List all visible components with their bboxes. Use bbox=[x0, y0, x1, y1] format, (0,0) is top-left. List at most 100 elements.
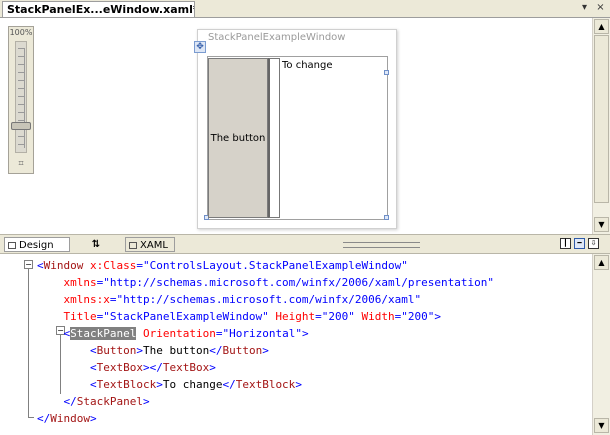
resize-handle-top-right[interactable] bbox=[384, 70, 389, 75]
tab-design-label: Design bbox=[19, 240, 54, 251]
outline-end bbox=[28, 417, 34, 418]
code-token: ="Horizontal" bbox=[215, 327, 302, 340]
code-token: > bbox=[295, 378, 302, 391]
code-token: xmlns bbox=[37, 276, 97, 289]
tab-list-dropdown-icon[interactable]: ▾ bbox=[578, 1, 591, 15]
preview-button[interactable]: The button bbox=[208, 58, 268, 218]
code-token: > bbox=[142, 395, 150, 408]
xaml-view-icon bbox=[129, 241, 137, 249]
collapse-pane-icon[interactable]: ⇩ bbox=[588, 238, 599, 249]
design-view-icon bbox=[8, 241, 16, 249]
xaml-editor[interactable]: − − <Window x:Class="ControlsLayout.Stac… bbox=[0, 254, 592, 435]
code-token: x:Class bbox=[89, 259, 137, 272]
code-token: ="200" bbox=[315, 310, 362, 323]
tab-xaml[interactable]: XAML bbox=[125, 237, 175, 252]
code-line[interactable]: </StackPanel> bbox=[37, 394, 150, 410]
code-token: > bbox=[90, 412, 97, 425]
code-token: ="ControlsLayout.StackPanelExampleWindow… bbox=[136, 259, 408, 272]
code-token: TextBox bbox=[162, 361, 210, 374]
design-surface[interactable]: 100% ⌗ StackPanelExampleWindow ✥ The but… bbox=[0, 18, 592, 234]
editor-scrollbar[interactable]: ▲ ▼ bbox=[592, 254, 610, 435]
code-line[interactable]: <TextBlock>To change</TextBlock> bbox=[37, 377, 302, 393]
tab-design[interactable]: Design bbox=[4, 237, 70, 252]
code-line[interactable]: <StackPanel Orientation="Horizontal"> bbox=[37, 326, 309, 342]
move-handle-icon[interactable]: ✥ bbox=[194, 41, 206, 53]
code-token: The button bbox=[142, 344, 210, 357]
zoom-track[interactable] bbox=[15, 41, 27, 153]
code-token: TextBlock bbox=[235, 378, 296, 391]
code-token: > bbox=[209, 361, 216, 374]
code-token: < bbox=[37, 344, 97, 357]
code-token: > bbox=[156, 378, 163, 391]
code-token: Window bbox=[50, 412, 90, 425]
code-token: Height bbox=[275, 310, 316, 323]
code-token: > bbox=[136, 344, 143, 357]
code-token: ="http://schemas.microsoft.com/winfx/200… bbox=[109, 293, 422, 306]
splitter-grip[interactable] bbox=[343, 242, 420, 248]
code-token: ></ bbox=[142, 361, 163, 374]
zoom-ticks bbox=[18, 48, 25, 148]
code-token: StackPanel bbox=[76, 395, 143, 408]
code-token: Window bbox=[43, 259, 90, 272]
close-tab-icon[interactable]: × bbox=[594, 1, 607, 15]
code-token: < bbox=[37, 327, 71, 340]
code-line[interactable]: <Button>The button</Button> bbox=[37, 343, 269, 359]
code-token: Button bbox=[96, 344, 137, 357]
vertical-split-icon[interactable]: ┃ bbox=[560, 238, 571, 249]
zoom-to-fit-icon[interactable]: ⌗ bbox=[12, 157, 30, 171]
designer-scrollbar[interactable]: ▲ ▼ bbox=[592, 18, 610, 234]
horizontal-split-icon[interactable]: ━ bbox=[574, 238, 585, 249]
code-token: > bbox=[262, 344, 269, 357]
window-title: StackPanelExampleWindow bbox=[208, 32, 346, 43]
zoom-slider[interactable]: 100% ⌗ bbox=[8, 26, 34, 174]
code-line[interactable]: xmlns:x="http://schemas.microsoft.com/wi… bbox=[37, 292, 421, 308]
code-token: </ bbox=[37, 412, 51, 425]
zoom-handle[interactable] bbox=[11, 121, 31, 130]
outline-line bbox=[28, 264, 29, 418]
code-token: > bbox=[434, 310, 442, 323]
zoom-level-label: 100% bbox=[9, 28, 33, 37]
swap-panes-icon: ⇅ bbox=[91, 239, 101, 250]
code-token: < bbox=[37, 361, 97, 374]
resize-handle-bottom-right[interactable] bbox=[384, 215, 389, 220]
code-token: < bbox=[37, 259, 44, 272]
code-token: Orientation bbox=[136, 327, 216, 340]
document-tab-label: StackPanelEx...eWindow.xaml* bbox=[7, 3, 195, 16]
collapse-window-icon[interactable]: − bbox=[24, 260, 33, 269]
code-token: </ bbox=[37, 395, 77, 408]
tab-xaml-label: XAML bbox=[140, 240, 168, 251]
swap-panes-button[interactable]: ⇅ bbox=[86, 237, 106, 252]
code-token: TextBlock bbox=[96, 378, 157, 391]
code-token: Button bbox=[222, 344, 263, 357]
code-token: </ bbox=[222, 378, 236, 391]
code-line[interactable]: <TextBox></TextBox> bbox=[37, 360, 216, 376]
code-token: ="http://schemas.microsoft.com/winfx/200… bbox=[96, 276, 494, 289]
preview-textblock: To change bbox=[282, 60, 333, 71]
code-token: StackPanel bbox=[70, 327, 137, 340]
view-split-bar: Design ⇅ XAML ┃ ━ ⇩ bbox=[0, 234, 610, 254]
preview-textbox[interactable] bbox=[268, 58, 280, 218]
document-tab-strip: StackPanelEx...eWindow.xaml* ▾ × bbox=[0, 0, 610, 18]
code-line[interactable]: xmlns="http://schemas.microsoft.com/winf… bbox=[37, 275, 494, 291]
code-line[interactable]: <Window x:Class="ControlsLayout.StackPan… bbox=[37, 258, 408, 274]
code-line[interactable]: </Window> bbox=[37, 411, 97, 427]
code-token: </ bbox=[209, 344, 223, 357]
scroll-up-icon[interactable]: ▲ bbox=[594, 19, 609, 34]
document-tab[interactable]: StackPanelEx...eWindow.xaml* bbox=[2, 1, 195, 17]
editor-scroll-down-icon[interactable]: ▼ bbox=[594, 418, 609, 433]
code-token: Width bbox=[361, 310, 395, 323]
code-token: ="200" bbox=[394, 310, 435, 323]
window-preview[interactable]: StackPanelExampleWindow ✥ The button To … bbox=[194, 29, 397, 229]
scroll-thumb[interactable] bbox=[594, 35, 609, 203]
code-token: TextBox bbox=[96, 361, 143, 374]
preview-button-label: The button bbox=[210, 132, 266, 144]
code-token: Title bbox=[37, 310, 97, 323]
code-line[interactable]: Title="StackPanelExampleWindow" Height="… bbox=[37, 309, 441, 325]
code-token: ="StackPanelExampleWindow" bbox=[96, 310, 276, 323]
code-token: xmlns:x bbox=[37, 293, 110, 306]
scroll-down-icon[interactable]: ▼ bbox=[594, 217, 609, 232]
code-token: To change bbox=[162, 378, 223, 391]
code-token: < bbox=[37, 378, 97, 391]
editor-scroll-up-icon[interactable]: ▲ bbox=[594, 255, 609, 270]
code-token: > bbox=[301, 327, 309, 340]
